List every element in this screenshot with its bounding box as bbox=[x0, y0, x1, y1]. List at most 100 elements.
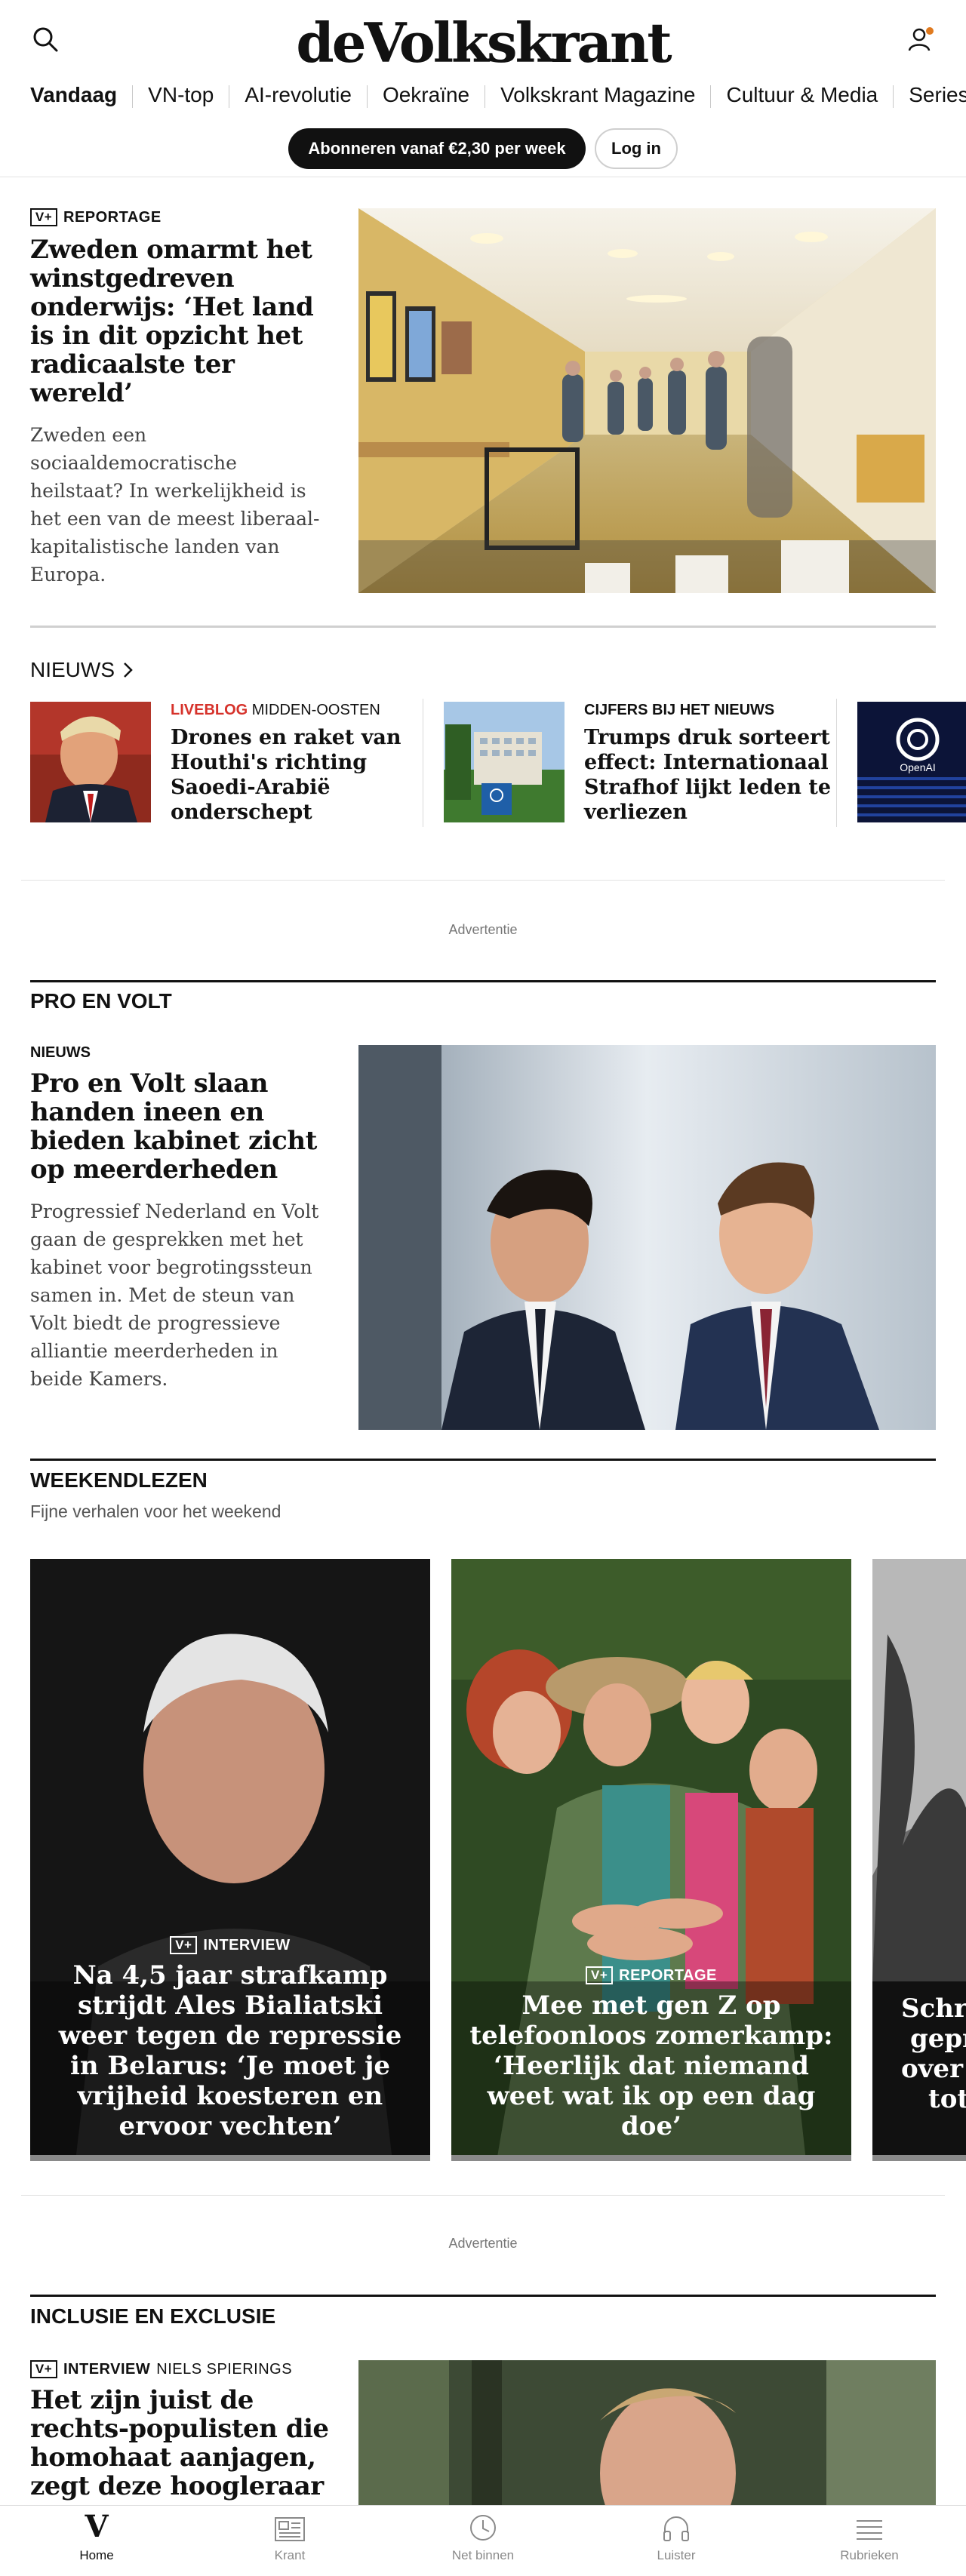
openai-logo-text: OpenAI bbox=[900, 761, 935, 773]
news-thumbnail[interactable]: OpenAI bbox=[857, 702, 966, 822]
nav-item-vn-top[interactable]: VN-top bbox=[148, 78, 214, 112]
section-rule bbox=[30, 980, 936, 982]
card-title-line: tot bbox=[928, 2084, 966, 2114]
article-kicker: V+ INTERVIEW NIELS SPIERINGS bbox=[30, 2360, 332, 2378]
lead-title[interactable]: Zweden omarmt het winstgedreven onderwij… bbox=[30, 235, 332, 407]
card-caption: V+ REPORTAGE Mee met gen Z op telefoonloo… bbox=[466, 1966, 836, 2141]
advertisement-label: Advertentie bbox=[448, 922, 518, 937]
card-title-line: gepr bbox=[910, 2024, 966, 2054]
card-title[interactable]: Na 4,5 jaar strafkamp strijdt Ales Biali… bbox=[45, 1960, 415, 2141]
divider bbox=[30, 626, 936, 628]
chevron-right-icon bbox=[124, 662, 133, 678]
article-title[interactable]: Het zijn juist de rechts-populisten die … bbox=[30, 2386, 332, 2501]
lead-lede: Zweden een sociaaldemocratische heilstaa… bbox=[30, 424, 320, 586]
subscribe-button[interactable]: Abonneren vanaf €2,30 per week bbox=[288, 128, 586, 169]
tab-label: Net binnen bbox=[451, 2548, 515, 2562]
lead-article[interactable]: V+ REPORTAGE Zweden omarmt het winstgedre… bbox=[30, 208, 332, 589]
site-header: deVolkskrant Vandaag VN-top AI-revolutie Oe… bbox=[0, 0, 966, 177]
section-title[interactable]: INCLUSIE EN EXCLUSIE bbox=[30, 2304, 275, 2329]
news-heading[interactable]: NIEUWS bbox=[30, 658, 134, 682]
site-logo[interactable]: deVolkskrant bbox=[0, 9, 966, 77]
news-item[interactable]: CIJFERS BIJ HET NIEUWS Trumps druk sorte… bbox=[444, 702, 836, 824]
divider bbox=[21, 2195, 945, 2196]
news-item[interactable]: LIVEBLOG MIDDEN-OOSTEN Drones en raket v… bbox=[30, 702, 423, 824]
account-icon[interactable] bbox=[900, 18, 942, 60]
premium-badge: V+ bbox=[30, 208, 57, 226]
section-rule bbox=[30, 1459, 936, 1461]
news-kicker: CIJFERS BIJ HET NIEUWS bbox=[584, 702, 775, 718]
feature-card[interactable]: Schri gepr over d tot bbox=[872, 1559, 966, 2161]
kicker-label: REPORTAGE bbox=[63, 208, 162, 226]
list-icon bbox=[857, 2520, 882, 2540]
article-kicker: NIEUWS bbox=[30, 1044, 91, 1061]
nav-item-series[interactable]: Series bbox=[909, 78, 966, 112]
card-title-line: over d bbox=[901, 2054, 966, 2084]
advertisement-label: Advertentie bbox=[448, 2236, 518, 2251]
tab-label: Rubrieken bbox=[840, 2548, 899, 2562]
card-title[interactable]: Mee met gen Z op telefoonloos zomerkamp:… bbox=[466, 1990, 836, 2141]
tab-luister[interactable]: Luister bbox=[580, 2506, 773, 2576]
tab-krant[interactable]: Krant bbox=[193, 2506, 386, 2576]
news-title[interactable]: Drones en raket van Houthi's richting Sa… bbox=[171, 725, 427, 825]
divider bbox=[836, 699, 837, 827]
section-article[interactable]: NIEUWS Pro en Volt slaan handen ineen en… bbox=[30, 1044, 332, 1393]
login-button[interactable]: Log in bbox=[595, 128, 678, 169]
main-nav: Vandaag VN-top AI-revolutie Oekraïne Volkskr… bbox=[30, 78, 966, 112]
feature-card[interactable]: V+ REPORTAGE Mee met gen Z op telefoonloo… bbox=[451, 1559, 851, 2161]
author-label: NIELS SPIERINGS bbox=[156, 2360, 293, 2378]
kicker-label: INTERVIEW bbox=[63, 2360, 151, 2378]
nav-separator bbox=[710, 85, 712, 108]
lead-kicker: V+ REPORTAGE bbox=[30, 208, 332, 226]
nav-separator bbox=[366, 85, 368, 108]
tab-rubrieken[interactable]: Rubrieken bbox=[773, 2506, 966, 2576]
section-article[interactable]: V+ INTERVIEW NIELS SPIERINGS Het zijn juis… bbox=[30, 2360, 332, 2501]
clock-icon bbox=[470, 2515, 496, 2541]
section-rule bbox=[30, 2295, 936, 2297]
tab-net-binnen[interactable]: Net binnen bbox=[386, 2506, 580, 2576]
card-underline bbox=[30, 2155, 430, 2161]
kicker-label: REPORTAGE bbox=[619, 1966, 717, 1984]
nav-item-oekraine[interactable]: Oekraïne bbox=[383, 78, 469, 112]
nav-separator bbox=[893, 85, 894, 108]
article-image[interactable] bbox=[358, 2360, 936, 2505]
nav-item-volkskrant-magazine[interactable]: Volkskrant Magazine bbox=[500, 78, 695, 112]
news-thumbnail bbox=[30, 702, 151, 822]
card-underline bbox=[872, 2155, 966, 2161]
card-kicker: V+ INTERVIEW bbox=[45, 1936, 415, 1954]
liveblog-label: LIVEBLOG bbox=[171, 702, 248, 718]
news-thumbnail bbox=[444, 702, 565, 822]
premium-badge: V+ bbox=[170, 1936, 198, 1954]
section-title[interactable]: PRO EN VOLT bbox=[30, 989, 172, 1013]
article-title[interactable]: Pro en Volt slaan handen ineen en bieden… bbox=[30, 1069, 332, 1184]
tab-label: Home bbox=[79, 2548, 114, 2562]
section-title[interactable]: WEEKENDLEZEN bbox=[30, 1468, 208, 1492]
news-heading-label: NIEUWS bbox=[30, 658, 115, 681]
nav-item-ai-revolutie[interactable]: AI-revolutie bbox=[245, 78, 352, 112]
nav-item-vandaag[interactable]: Vandaag bbox=[30, 78, 117, 112]
tab-home[interactable]: V Home bbox=[0, 2506, 193, 2576]
headphones-icon bbox=[663, 2516, 689, 2541]
news-title[interactable]: Trumps druk sorteert effect: Internation… bbox=[584, 725, 841, 825]
tab-label: Luister bbox=[657, 2548, 696, 2562]
bottom-tab-bar: V Home Krant Net binnen Luister Rubrieke… bbox=[0, 2505, 966, 2576]
premium-badge: V+ bbox=[30, 2360, 57, 2378]
article-lede: Progressief Nederland en Volt gaan de ge… bbox=[30, 1200, 319, 1390]
card-kicker: V+ REPORTAGE bbox=[466, 1966, 836, 1984]
tab-label: Krant bbox=[274, 2548, 306, 2562]
news-kicker: LIVEBLOG MIDDEN-OOSTEN bbox=[171, 702, 427, 719]
lead-image[interactable] bbox=[358, 208, 936, 593]
feature-card[interactable]: V+ INTERVIEW Na 4,5 jaar strafkamp strijd… bbox=[30, 1559, 430, 2161]
newspaper-icon bbox=[275, 2517, 305, 2541]
section-subtitle: Fijne verhalen voor het weekend bbox=[30, 1502, 281, 1521]
nav-separator bbox=[132, 85, 134, 108]
article-image[interactable] bbox=[358, 1045, 936, 1430]
premium-badge: V+ bbox=[586, 1966, 614, 1984]
card-caption: V+ INTERVIEW Na 4,5 jaar strafkamp strijd… bbox=[45, 1936, 415, 2141]
volkskrant-v-icon: V bbox=[85, 2509, 109, 2544]
nav-item-cultuur-media[interactable]: Cultuur & Media bbox=[726, 78, 878, 112]
kicker-label: INTERVIEW bbox=[203, 1936, 291, 1954]
divider bbox=[21, 880, 945, 881]
card-title[interactable]: Schri gepr over d tot bbox=[901, 1993, 966, 2114]
kicker-label: MIDDEN-OOSTEN bbox=[251, 702, 380, 718]
card-title-line: Schri bbox=[901, 1993, 966, 2024]
